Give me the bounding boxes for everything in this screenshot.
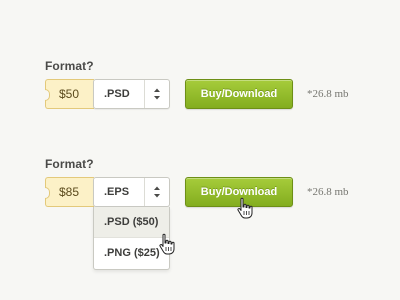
- purchase-form-2: Format? $85 .EPS .PSD ($50) .PNG ($25) B…: [45, 157, 375, 270]
- format-select[interactable]: .PSD: [93, 79, 170, 109]
- up-down-arrows-icon[interactable]: [145, 178, 169, 206]
- price-tag: $50: [45, 79, 94, 109]
- purchase-form-1: Format? $50 .PSD Buy/Download *26.8 mb: [45, 59, 375, 129]
- file-size: *26.8 mb: [307, 186, 349, 198]
- price-tag-notch: [45, 187, 50, 199]
- price-tag-notch: [45, 89, 50, 101]
- format-select-value: .EPS: [104, 186, 130, 198]
- format-label: Format?: [45, 59, 94, 73]
- format-label: Format?: [45, 157, 94, 171]
- hand-pointer-cursor-icon: [158, 233, 178, 257]
- price-value: $85: [59, 185, 80, 199]
- file-size: *26.8 mb: [307, 88, 349, 100]
- format-select[interactable]: .EPS: [93, 177, 170, 207]
- price-tag: $85: [45, 177, 94, 207]
- format-select-value: .PSD: [104, 88, 130, 100]
- up-down-arrows-icon[interactable]: [145, 80, 169, 108]
- hand-pointer-cursor-icon: [236, 197, 256, 221]
- price-value: $50: [59, 87, 80, 101]
- buy-download-button[interactable]: Buy/Download: [185, 79, 293, 109]
